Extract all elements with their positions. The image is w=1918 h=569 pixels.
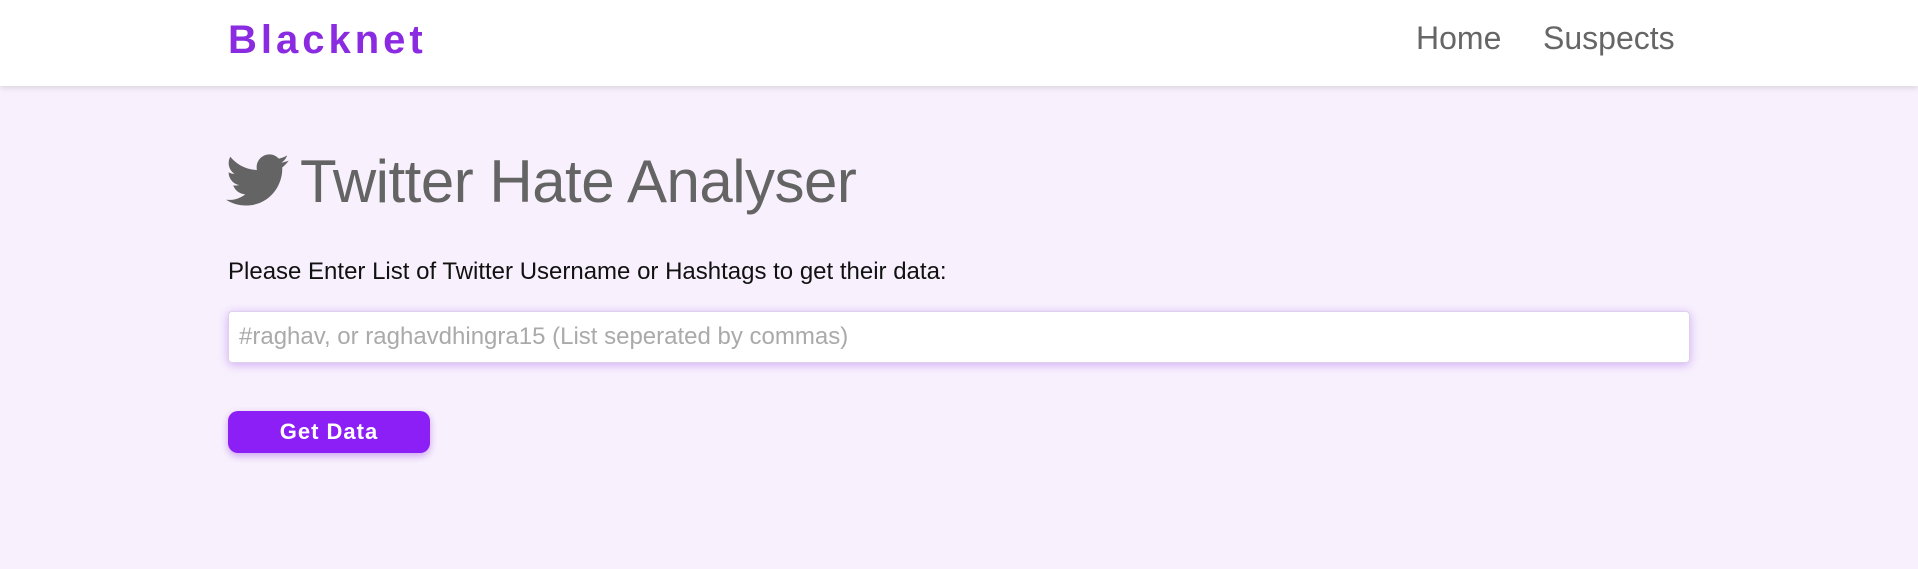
top-navbar: Blacknet Home Suspects [0,0,1918,86]
twitter-bird-icon [226,154,290,208]
nav-link-home[interactable]: Home [1416,20,1501,57]
get-data-button[interactable]: Get Data [228,411,430,453]
page-header: Twitter Hate Analyser [226,146,857,216]
input-prompt-label: Please Enter List of Twitter Username or… [228,258,947,285]
usernames-hashtags-input[interactable] [228,311,1690,363]
nav-link-suspects[interactable]: Suspects [1543,20,1675,57]
brand-logo[interactable]: Blacknet [228,18,427,63]
page-title: Twitter Hate Analyser [300,147,857,215]
